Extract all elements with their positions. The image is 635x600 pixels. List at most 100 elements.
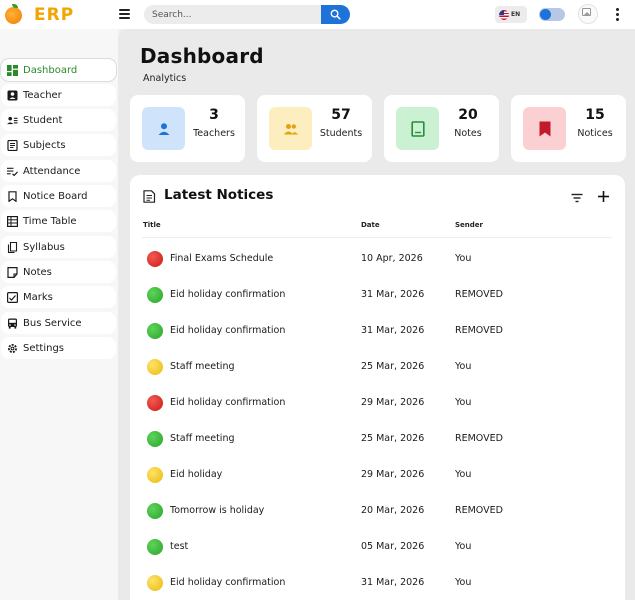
latest-notices-panel: Latest Notices Title Date Sender Final E… <box>130 175 625 600</box>
notice-sender: REMOVED <box>455 433 503 444</box>
table-row[interactable]: Staff meeting 25 Mar, 2026 You <box>142 349 612 385</box>
student-icon <box>7 115 18 126</box>
sidebar-item-label: Syllabus <box>23 241 65 253</box>
more-options-icon[interactable] <box>615 8 619 21</box>
sidebar-item-attendance[interactable]: Attendance <box>1 160 116 182</box>
notice-date: 31 Mar, 2026 <box>361 325 425 336</box>
sidebar-item-settings[interactable]: Settings <box>1 337 116 359</box>
table-row[interactable]: test 05 Mar, 2026 You <box>142 529 612 565</box>
language-selector[interactable]: EN <box>495 6 527 23</box>
search-input[interactable] <box>144 5 321 24</box>
sidebar-item-label: Attendance <box>23 165 81 177</box>
table-row[interactable]: Final Exams Schedule 10 Apr, 2026 You <box>142 241 612 277</box>
us-flag-icon <box>499 9 509 20</box>
page-title: Dashboard <box>140 44 264 68</box>
orange-logo-icon <box>5 3 22 24</box>
notice-title: Eid holiday confirmation <box>170 325 286 336</box>
sidebar-item-bus-service[interactable]: Bus Service <box>1 312 116 334</box>
filter-icon[interactable] <box>571 193 583 203</box>
sidebar-item-label: Time Table <box>23 215 77 227</box>
page-subtitle: Analytics <box>143 73 187 84</box>
sidebar-item-subjects[interactable]: Subjects <box>1 134 116 156</box>
status-dot-green <box>147 503 163 519</box>
table-row[interactable]: Eid holiday confirmation 31 Mar, 2026 Yo… <box>142 565 612 600</box>
notice-date: 10 Apr, 2026 <box>361 253 423 264</box>
notice-sender: You <box>455 469 472 480</box>
add-notice-icon[interactable] <box>597 190 610 203</box>
sidebar-item-time-table[interactable]: Time Table <box>1 210 116 232</box>
sidebar-item-student[interactable]: Student <box>1 109 116 131</box>
stat-card-teachers[interactable]: 3 Teachers <box>130 95 245 162</box>
notice-date: 29 Mar, 2026 <box>361 397 425 408</box>
language-code: EN <box>511 11 521 18</box>
notice-date: 29 Mar, 2026 <box>361 469 425 480</box>
dashboard-icon <box>7 64 18 76</box>
status-dot-yellow <box>147 467 163 483</box>
notice-date: 31 Mar, 2026 <box>361 577 425 588</box>
search-icon <box>330 9 341 20</box>
stat-label: Notes <box>454 128 482 139</box>
status-dot-green <box>147 431 163 447</box>
column-header-title[interactable]: Title <box>143 221 161 229</box>
notice-title: Tomorrow is holiday <box>170 505 265 516</box>
sidebar-item-label: Marks <box>23 291 53 303</box>
app-logo[interactable]: ERP <box>5 3 75 25</box>
notice-sender: REMOVED <box>455 505 503 516</box>
sidebar: Dashboard Teacher Student Subjects Atten… <box>0 29 118 600</box>
table-row[interactable]: Eid holiday 29 Mar, 2026 You <box>142 457 612 493</box>
notice-title: test <box>170 541 189 552</box>
attendance-icon <box>7 166 18 177</box>
sidebar-item-notes[interactable]: Notes <box>1 261 116 283</box>
sidebar-item-marks[interactable]: Marks <box>1 286 116 308</box>
notice-title: Staff meeting <box>170 433 235 444</box>
book-icon <box>410 120 425 137</box>
marks-icon <box>7 291 18 303</box>
search-bar <box>144 5 350 24</box>
stat-card-notices[interactable]: 15 Notices <box>511 95 626 162</box>
notes-icon <box>7 266 18 278</box>
status-dot-red <box>147 251 163 267</box>
teacher-icon <box>7 90 18 101</box>
notice-sender: REMOVED <box>455 325 503 336</box>
bus-icon <box>7 318 18 329</box>
sidebar-item-teacher[interactable]: Teacher <box>1 84 116 106</box>
status-dot-yellow <box>147 359 163 375</box>
stat-label: Students <box>319 128 363 139</box>
stat-card-notes[interactable]: 20 Notes <box>384 95 499 162</box>
tile-notes <box>396 107 439 150</box>
status-dot-green <box>147 287 163 303</box>
sidebar-item-label: Notes <box>23 266 52 278</box>
column-header-sender[interactable]: Sender <box>455 221 483 229</box>
notice-list-icon <box>143 190 156 203</box>
sidebar-item-label: Settings <box>23 342 65 354</box>
stat-label: Notices <box>577 128 613 139</box>
logo-text: ERP <box>34 5 75 25</box>
table-row[interactable]: Eid holiday confirmation 31 Mar, 2026 RE… <box>142 277 612 313</box>
tile-notices <box>523 107 566 150</box>
notices-header: Latest Notices <box>130 175 625 215</box>
group-icon <box>283 123 298 134</box>
notice-sender: REMOVED <box>455 289 503 300</box>
notice-sender: You <box>455 253 472 264</box>
table-row[interactable]: Eid holiday confirmation 31 Mar, 2026 RE… <box>142 313 612 349</box>
table-row[interactable]: Tomorrow is holiday 20 Mar, 2026 REMOVED <box>142 493 612 529</box>
notice-date: 25 Mar, 2026 <box>361 361 425 372</box>
person-icon <box>158 122 169 135</box>
sidebar-item-label: Bus Service <box>23 317 82 329</box>
time-table-icon <box>7 215 18 227</box>
menu-toggle-icon[interactable] <box>119 9 130 19</box>
notice-title: Eid holiday confirmation <box>170 577 286 588</box>
search-button[interactable] <box>321 5 350 24</box>
column-header-date[interactable]: Date <box>361 221 380 229</box>
sidebar-item-dashboard[interactable]: Dashboard <box>1 59 116 81</box>
sidebar-item-label: Subjects <box>23 139 66 151</box>
sidebar-item-syllabus[interactable]: Syllabus <box>1 236 116 258</box>
stat-card-students[interactable]: 57 Students <box>257 95 372 162</box>
sidebar-item-notice-board[interactable]: Notice Board <box>1 185 116 207</box>
notice-title: Final Exams Schedule <box>170 253 274 264</box>
table-row[interactable]: Eid holiday confirmation 29 Mar, 2026 Yo… <box>142 385 612 421</box>
avatar[interactable] <box>578 4 598 24</box>
syllabus-icon <box>7 241 18 253</box>
theme-toggle[interactable] <box>539 8 565 21</box>
table-row[interactable]: Staff meeting 25 Mar, 2026 REMOVED <box>142 421 612 457</box>
